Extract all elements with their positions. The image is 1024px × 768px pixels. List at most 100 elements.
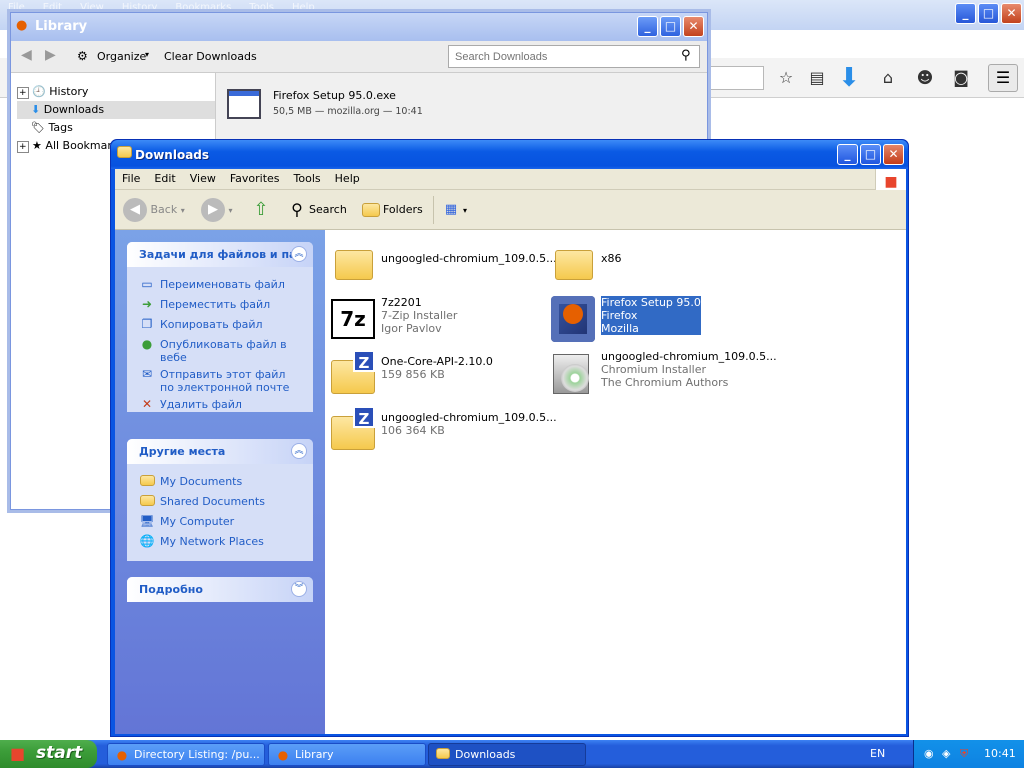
delete-x-icon: ✕ bbox=[141, 397, 153, 411]
exe-file-icon bbox=[227, 89, 261, 119]
tray-security-icon[interactable]: ◈ bbox=[942, 740, 950, 768]
email-icon: ✉ bbox=[141, 367, 153, 381]
views-button[interactable]: ▦ ▾ bbox=[439, 198, 467, 222]
task-label: Удалить файл bbox=[160, 398, 242, 411]
organize-button[interactable]: Organize bbox=[97, 50, 146, 63]
folder-icon bbox=[435, 747, 451, 763]
ff-minimize-button[interactable]: _ bbox=[955, 3, 976, 24]
search-downloads-input[interactable] bbox=[448, 45, 700, 68]
place-label: My Computer bbox=[160, 515, 235, 528]
bookmarks-list-icon[interactable]: ▤ bbox=[804, 64, 830, 92]
back-arrow-icon[interactable]: ◀ bbox=[21, 47, 32, 63]
folder-icon bbox=[549, 240, 597, 288]
place-my-network[interactable]: 🌐 My Network Places bbox=[139, 535, 264, 549]
tray-shield-icon[interactable]: ⛨ bbox=[960, 740, 968, 768]
file-size: 159 856 KB bbox=[381, 368, 445, 381]
forward-dropdown-icon[interactable]: ▾ bbox=[229, 206, 233, 215]
bookmark-star-icon[interactable]: ☆ bbox=[773, 64, 799, 92]
taskbar-downloads[interactable]: Downloads bbox=[428, 743, 586, 766]
ff-maximize-button[interactable]: □ bbox=[978, 3, 999, 24]
search-magnifier-icon: ⚲ bbox=[291, 200, 303, 219]
folders-label: Folders bbox=[383, 203, 423, 216]
back-button[interactable]: ◀ Back ▾ bbox=[123, 198, 185, 222]
download-meta: 50,5 MB — mozilla.org — 10:41 bbox=[273, 106, 423, 117]
file-tasks-header[interactable]: Задачи для файлов и пап bbox=[127, 242, 313, 267]
clear-downloads-button[interactable]: Clear Downloads bbox=[164, 50, 257, 63]
collapse-up-icon[interactable]: ︽ bbox=[291, 246, 307, 262]
task-delete[interactable]: ✕ Удалить файл bbox=[139, 398, 242, 412]
exp-close-button[interactable]: ✕ bbox=[883, 144, 904, 165]
file-item-7zip[interactable]: 7z 7z2201 7-Zip Installer Igor Pavlov bbox=[329, 296, 539, 344]
collapse-up-icon[interactable]: ︽ bbox=[291, 443, 307, 459]
tree-item-downloads[interactable]: ⬇ Downloads bbox=[17, 101, 215, 119]
search-button[interactable]: ⚲ Search bbox=[285, 198, 347, 222]
download-name[interactable]: Firefox Setup 95.0.exe bbox=[273, 89, 396, 102]
file-company: The Chromium Authors bbox=[601, 376, 729, 389]
file-item-folder-x86[interactable]: x86 bbox=[549, 240, 699, 288]
up-folder-button[interactable]: ⇧ bbox=[249, 198, 273, 222]
ff-close-button[interactable]: ✕ bbox=[1001, 3, 1022, 24]
file-item-chromium-installer[interactable]: ungoogled-chromium_109.0.5... Chromium In… bbox=[549, 350, 777, 398]
organize-dropdown-icon[interactable]: ▾ bbox=[145, 50, 149, 59]
ff-url-bar[interactable] bbox=[700, 66, 764, 90]
menu-file[interactable]: File bbox=[115, 169, 147, 188]
home-icon[interactable]: ⌂ bbox=[875, 64, 901, 92]
task-publish[interactable]: ● Опубликовать файл в вебе bbox=[139, 338, 289, 365]
tree-item-history[interactable]: + 🕘 History bbox=[17, 83, 215, 101]
smiley-icon[interactable]: ☻ bbox=[912, 64, 938, 92]
menu-tools[interactable]: Tools bbox=[287, 169, 328, 188]
expand-icon[interactable]: + bbox=[17, 141, 29, 153]
taskbar-label: Directory Listing: /pu... bbox=[134, 748, 260, 761]
menu-help[interactable]: Help bbox=[328, 169, 367, 188]
zip-folder-icon: Z bbox=[329, 406, 377, 454]
lib-maximize-button[interactable]: □ bbox=[660, 16, 681, 37]
menu-favorites[interactable]: Favorites bbox=[223, 169, 287, 188]
place-my-documents[interactable]: My Documents bbox=[139, 475, 242, 489]
pocket-icon[interactable]: ◙ bbox=[948, 64, 974, 92]
file-item-firefox-setup[interactable]: Firefox Setup 95.0 Firefox Mozilla bbox=[549, 296, 701, 344]
lib-minimize-button[interactable]: _ bbox=[637, 16, 658, 37]
other-places-header[interactable]: Другие места bbox=[127, 439, 313, 464]
exp-maximize-button[interactable]: □ bbox=[860, 144, 881, 165]
clock[interactable]: 10:41 bbox=[984, 740, 1016, 768]
windows-logo-icon: ■ bbox=[10, 744, 26, 763]
file-item-one-core-api[interactable]: Z One-Core-API-2.10.0 159 856 KB bbox=[329, 350, 539, 398]
back-dropdown-icon[interactable]: ▾ bbox=[181, 206, 185, 215]
search-icon[interactable]: ⚲ bbox=[681, 48, 691, 63]
place-shared-documents[interactable]: Shared Documents bbox=[139, 495, 265, 509]
folders-button[interactable]: Folders bbox=[359, 198, 423, 222]
expand-icon[interactable]: + bbox=[17, 87, 29, 99]
place-my-computer[interactable]: 🖥 My Computer bbox=[139, 515, 234, 529]
task-rename[interactable]: ▭ Переименовать файл bbox=[139, 278, 285, 292]
explorer-toolbar: ◀ Back ▾ ▶ ▾ ⇧ ⚲ Search Folders ▦ ▾ bbox=[115, 190, 906, 230]
file-name: ungoogled-chromium_109.0.5... bbox=[601, 350, 777, 363]
lib-close-button[interactable]: ✕ bbox=[683, 16, 704, 37]
views-dropdown-icon[interactable]: ▾ bbox=[463, 206, 467, 215]
taskbar-library[interactable]: ● Library bbox=[268, 743, 426, 766]
menu-view[interactable]: View bbox=[183, 169, 223, 188]
taskbar-label: Library bbox=[295, 748, 334, 761]
file-item-chromium-zip[interactable]: Z ungoogled-chromium_109.0.5... 106 364 K… bbox=[329, 406, 557, 454]
language-indicator[interactable]: EN bbox=[870, 740, 885, 768]
forward-arrow-icon[interactable]: ▶ bbox=[45, 47, 56, 63]
tree-item-tags[interactable]: 🏷 Tags bbox=[17, 119, 215, 137]
hamburger-menu-icon[interactable]: ☰ bbox=[988, 64, 1018, 92]
task-email[interactable]: ✉ Отправить этот файл по электронной почт… bbox=[139, 367, 294, 395]
expand-down-icon[interactable]: ︾ bbox=[291, 581, 307, 597]
tree-label: History bbox=[49, 85, 89, 98]
forward-button[interactable]: ▶ ▾ bbox=[201, 198, 233, 222]
task-copy[interactable]: ❐ Копировать файл bbox=[139, 318, 263, 332]
taskbar-directory-listing[interactable]: ● Directory Listing: /pu... bbox=[107, 743, 265, 766]
details-header[interactable]: Подробно bbox=[127, 577, 313, 602]
tray-network-icon[interactable]: ◉ bbox=[924, 740, 934, 768]
downloads-arrow-icon[interactable]: ⬇ bbox=[836, 64, 862, 92]
tree-label: Tags bbox=[48, 121, 73, 134]
exp-minimize-button[interactable]: _ bbox=[837, 144, 858, 165]
download-arrow-icon: ⬇ bbox=[31, 103, 41, 116]
copy-icon: ❐ bbox=[141, 317, 153, 331]
search-label: Search bbox=[309, 203, 347, 216]
file-name: ungoogled-chromium_109.0.5... bbox=[381, 411, 557, 424]
menu-edit[interactable]: Edit bbox=[147, 169, 182, 188]
task-move[interactable]: ➜ Переместить файл bbox=[139, 298, 270, 312]
file-item-folder-chromium[interactable]: ungoogled-chromium_109.0.5... bbox=[329, 240, 557, 288]
